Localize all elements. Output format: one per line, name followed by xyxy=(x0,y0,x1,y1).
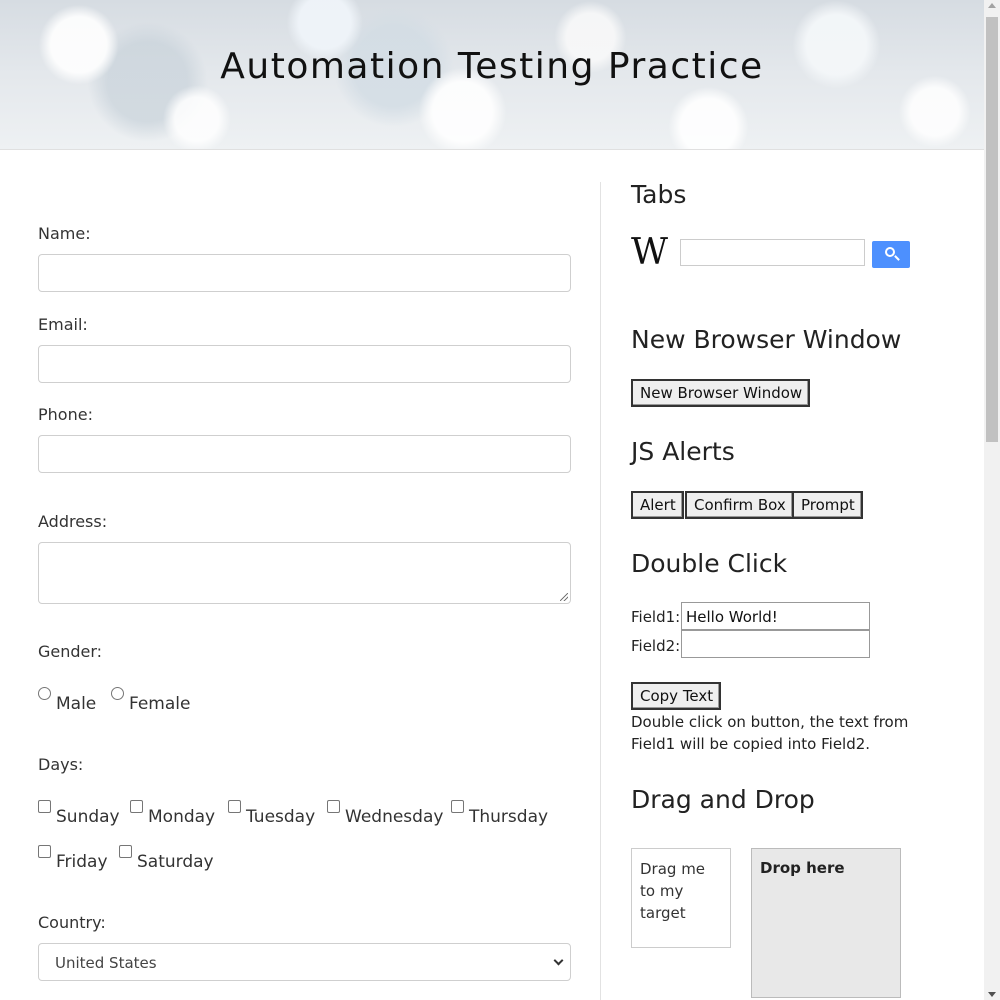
address-label: Address: xyxy=(38,512,108,531)
day-label: Friday xyxy=(56,852,108,872)
column-divider xyxy=(600,182,601,1000)
confirm-box-button[interactable]: Confirm Box xyxy=(685,491,794,519)
days-label: Days: xyxy=(38,755,84,774)
country-label: Country: xyxy=(38,913,106,932)
field1-label: Field1: xyxy=(631,608,681,626)
new-window-heading: New Browser Window xyxy=(631,325,902,354)
scroll-up-icon[interactable] xyxy=(988,3,996,8)
address-textarea[interactable] xyxy=(38,542,571,604)
page-title: Automation Testing Practice xyxy=(220,46,764,87)
prompt-button[interactable]: Prompt xyxy=(792,491,863,519)
phone-label: Phone: xyxy=(38,405,93,424)
new-browser-window-button[interactable]: New Browser Window xyxy=(631,379,811,407)
gender-option-label: Female xyxy=(129,694,191,714)
resize-handle-icon[interactable] xyxy=(560,593,568,601)
day-checkbox-sunday[interactable] xyxy=(38,800,51,813)
day-label: Thursday xyxy=(469,807,549,827)
day-label: Wednesday xyxy=(345,807,444,827)
drag-drop-heading: Drag and Drop xyxy=(631,785,815,814)
field1-input[interactable]: Hello World! xyxy=(681,602,870,630)
day-checkbox-tuesday[interactable] xyxy=(228,800,241,813)
droppable-box[interactable]: Drop here xyxy=(751,848,901,998)
draggable-box[interactable]: Drag me to my target xyxy=(631,848,731,948)
chevron-down-icon xyxy=(553,955,564,966)
day-checkbox-monday[interactable] xyxy=(130,800,143,813)
double-click-heading: Double Click xyxy=(631,549,788,578)
wikipedia-logo-icon: W xyxy=(631,232,669,273)
gender-female-radio[interactable] xyxy=(111,687,124,700)
day-checkbox-wednesday[interactable] xyxy=(327,800,340,813)
day-label: Sunday xyxy=(56,807,120,827)
field2-input[interactable] xyxy=(681,630,870,658)
field2-label: Field2: xyxy=(631,637,681,655)
copy-text-button[interactable]: Copy Text xyxy=(631,682,722,710)
alert-button[interactable]: Alert xyxy=(631,491,684,519)
gender-male-radio[interactable] xyxy=(38,687,51,700)
email-input[interactable] xyxy=(38,345,571,383)
country-select[interactable]: United States xyxy=(38,943,571,981)
wikipedia-search-input[interactable] xyxy=(680,239,865,266)
scrollbar[interactable] xyxy=(984,0,1000,1000)
day-label: Tuesday xyxy=(246,807,316,827)
phone-input[interactable] xyxy=(38,435,571,473)
day-label: Monday xyxy=(148,807,216,827)
scroll-thumb[interactable] xyxy=(986,17,998,442)
email-label: Email: xyxy=(38,315,88,334)
day-checkbox-saturday[interactable] xyxy=(119,845,132,858)
gender-option-label: Male xyxy=(56,694,97,714)
js-alerts-heading: JS Alerts xyxy=(631,437,735,466)
country-selected-value: United States xyxy=(55,954,157,972)
double-click-note: Double click on button, the text from Fi… xyxy=(631,713,909,753)
name-label: Name: xyxy=(38,224,91,243)
name-input[interactable] xyxy=(38,254,571,292)
day-checkbox-friday[interactable] xyxy=(38,845,51,858)
gender-label: Gender: xyxy=(38,642,103,661)
tabs-heading: Tabs xyxy=(631,180,687,209)
wikipedia-search-button[interactable] xyxy=(872,241,910,268)
scroll-down-icon[interactable] xyxy=(988,992,996,997)
day-checkbox-thursday[interactable] xyxy=(451,800,464,813)
header-banner: Automation Testing Practice xyxy=(0,0,984,150)
day-label: Saturday xyxy=(137,852,214,872)
